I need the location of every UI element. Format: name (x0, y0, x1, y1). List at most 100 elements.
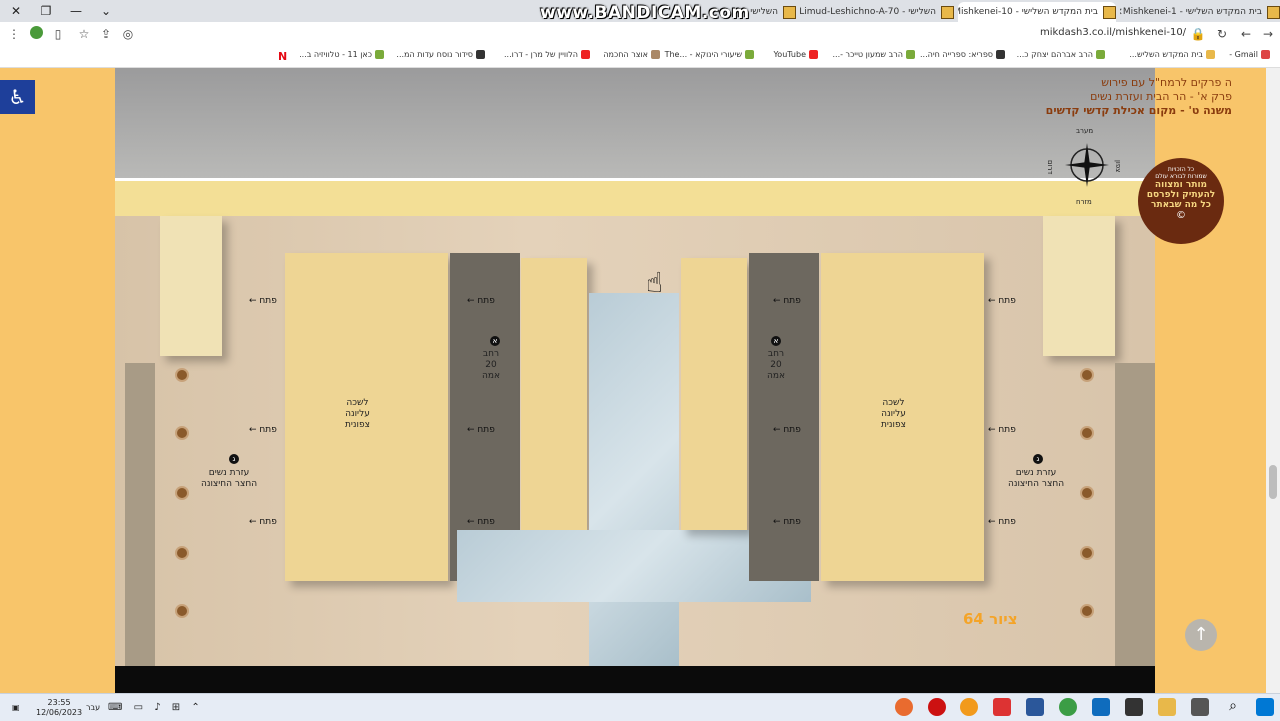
close-window-icon[interactable]: ✕ (0, 0, 32, 22)
bookmark-otzar-hachochma[interactable]: אוצר החכמה (603, 50, 660, 59)
womens-court-right-label: עזרת נשים החצר החיצונה (1008, 468, 1065, 489)
bookmark-siddur[interactable]: סידור נוסח עדות המ... (396, 50, 485, 59)
figure-footer-bar (115, 666, 1155, 693)
accessibility-icon: ♿ (8, 85, 27, 109)
system-tray-icons[interactable]: ⌨ ▭ ♪ ⊞ ⌃ (108, 694, 204, 721)
womens-court-left-label: עזרת נשים החצר החיצונה (201, 468, 258, 489)
search-icon[interactable]: ⌕ (1224, 698, 1242, 716)
forward-icon[interactable]: → (1260, 26, 1276, 42)
copyright-line: שמורות לבורא עולם (1155, 173, 1207, 180)
copyright-line: כל הזכויות (1167, 166, 1195, 173)
accessibility-button[interactable]: ♿ (0, 80, 35, 114)
bookmark-halavyan[interactable]: הלוויין של מרן - דרו... (504, 50, 590, 59)
copyright-icon: © (1176, 210, 1186, 221)
bookmark-kan-11[interactable]: כאן 11 - טלוויזיה ב... (299, 50, 384, 59)
clock-time: 23:55 (47, 697, 71, 707)
tab-close-icon[interactable]: ✕ (1120, 7, 1123, 18)
tab-search-icon[interactable]: ⌄ (90, 0, 122, 22)
page-scrollbar[interactable] (1266, 68, 1280, 693)
tab-label: בית המקדש השלישי - Mishkenei-10 (958, 7, 1098, 17)
site-favicon-icon (1267, 5, 1280, 19)
figure-label: ציור 64 (963, 610, 1018, 628)
temple-diagram: לשכה עליונה צפונית לשכה עליונה צפונית עז… (115, 68, 1155, 693)
bookmark-gmail[interactable]: Gmail - (1229, 50, 1270, 59)
title-line-3: משנה ט' - מקום אכילת קדשי קדשים (1045, 104, 1232, 117)
youtube-icon (581, 50, 590, 59)
tab-label: בית המקדש השלישי - Mishkenei-1 (1122, 7, 1262, 17)
leaf-icon (745, 50, 754, 59)
profile-avatar-icon[interactable] (28, 26, 44, 42)
water-pool (589, 293, 679, 668)
address-bar[interactable]: mikdash3.co.il/mishkenei-10/ (1040, 27, 1186, 38)
netflix-icon: N (278, 50, 288, 63)
bookmark-beit-hamikdash[interactable]: בית המקדש השליש... (1129, 50, 1215, 59)
copyright-line: להעתיק ולפרסם (1146, 190, 1216, 200)
book-icon (651, 50, 660, 59)
outer-wall (115, 178, 1155, 219)
pillar (175, 486, 189, 500)
marker-a: א (771, 336, 781, 346)
browser-tab-strip: ✕ ❐ — ⌄ בית המקדש השלישי - Mishkenei-1 ✕… (0, 0, 1280, 23)
door-label: פתח ← (467, 425, 495, 435)
bookmark-label: כאן 11 - טלוויזיה ב... (299, 50, 372, 59)
bookmark-netflix[interactable]: N (278, 50, 287, 63)
start-icon[interactable] (1256, 698, 1274, 716)
pillar (175, 546, 189, 560)
bookmark-shiurei-hinuka[interactable]: שיעורי הינוקא - ...The (665, 50, 754, 59)
bookmark-label: הלוויין של מרן - דרו... (504, 50, 578, 59)
bookmark-label: אוצר החכמה (603, 50, 648, 59)
door-label: פתח ← (773, 517, 801, 527)
door-label: פתח ← (467, 296, 495, 306)
bookmark-label: Gmail - (1229, 50, 1258, 59)
clock[interactable]: 23:55 12/06/2023 (36, 694, 82, 721)
marker-g: ג (229, 454, 239, 464)
door-label: פתח ← (249, 296, 277, 306)
chamber-left-label: לשכה עליונה צפונית (345, 398, 370, 430)
tab-label: השלישי (750, 7, 778, 17)
right-gate-building (1043, 216, 1115, 356)
bookmark-sefaria[interactable]: ספריא: ספרייה חיה... (920, 50, 1005, 59)
app-icon[interactable] (960, 698, 978, 716)
mail-icon[interactable] (1092, 698, 1110, 716)
recorder-watermark: www.BANDICAM.com (540, 3, 750, 23)
door-label: פתח ← (249, 517, 277, 527)
share-icon[interactable]: ⇪ (98, 26, 114, 42)
title-line-2: פרק א' - הר הבית ועזרת נשים (1090, 90, 1232, 103)
file-explorer-icon[interactable] (1158, 698, 1176, 716)
word-icon[interactable] (1026, 698, 1044, 716)
youtube-icon (809, 50, 818, 59)
store-icon[interactable] (1125, 698, 1143, 716)
site-favicon-icon (783, 5, 796, 19)
compass-bottom: מזרח (1076, 198, 1092, 206)
chrome-icon[interactable] (1059, 698, 1077, 716)
notification-icon[interactable]: ▣ (12, 694, 20, 721)
task-view-icon[interactable] (1191, 698, 1209, 716)
bookmark-star-icon[interactable]: ☆ (76, 26, 92, 42)
title-line-1: ה פרקים לרמח"ל עם פירוש (1101, 76, 1232, 89)
side-panel-icon[interactable]: ▯ (50, 26, 66, 42)
firefox-icon[interactable] (895, 698, 913, 716)
scroll-to-top-button[interactable]: ↑ (1185, 619, 1217, 651)
copyright-line: כל מה שבאתר (1151, 200, 1211, 210)
tab-mishkenei-1[interactable]: בית המקדש השלישי - Mishkenei-1 ✕ (1120, 2, 1280, 22)
tab-mishkenei-10[interactable]: בית המקדש השלישי - Mishkenei-10 ✕ (958, 2, 1116, 22)
bookmark-rav-shimon[interactable]: הרב שמעון טייכר -... (833, 50, 915, 59)
bookmark-youtube[interactable]: YouTube (773, 50, 818, 59)
tab-limud-leshichno[interactable]: השלישי - Limud-Leshichno-A-70 ✕ (800, 2, 954, 22)
door-label: פתח ← (467, 517, 495, 527)
lens-icon[interactable]: ◎ (120, 26, 136, 42)
right-colonnade (1115, 363, 1155, 668)
restore-window-icon[interactable]: ❐ (30, 0, 62, 22)
bookmark-rav-avraham[interactable]: הרב אברהם יצחק כ... (1017, 50, 1105, 59)
record-icon[interactable] (928, 698, 946, 716)
minimize-window-icon[interactable]: — (60, 0, 92, 22)
copyright-badge: כל הזכויות שמורות לבורא עולם מותר ומצווה… (1138, 158, 1224, 244)
scrollbar-thumb[interactable] (1269, 465, 1277, 499)
more-menu-icon[interactable]: ⋮ (6, 26, 22, 42)
leaf-icon (906, 50, 915, 59)
back-icon[interactable]: ← (1238, 26, 1254, 42)
reload-icon[interactable]: ↻ (1214, 26, 1230, 42)
app-icon[interactable] (993, 698, 1011, 716)
language-indicator[interactable]: עבר (86, 694, 100, 721)
roof-area (115, 68, 1155, 178)
